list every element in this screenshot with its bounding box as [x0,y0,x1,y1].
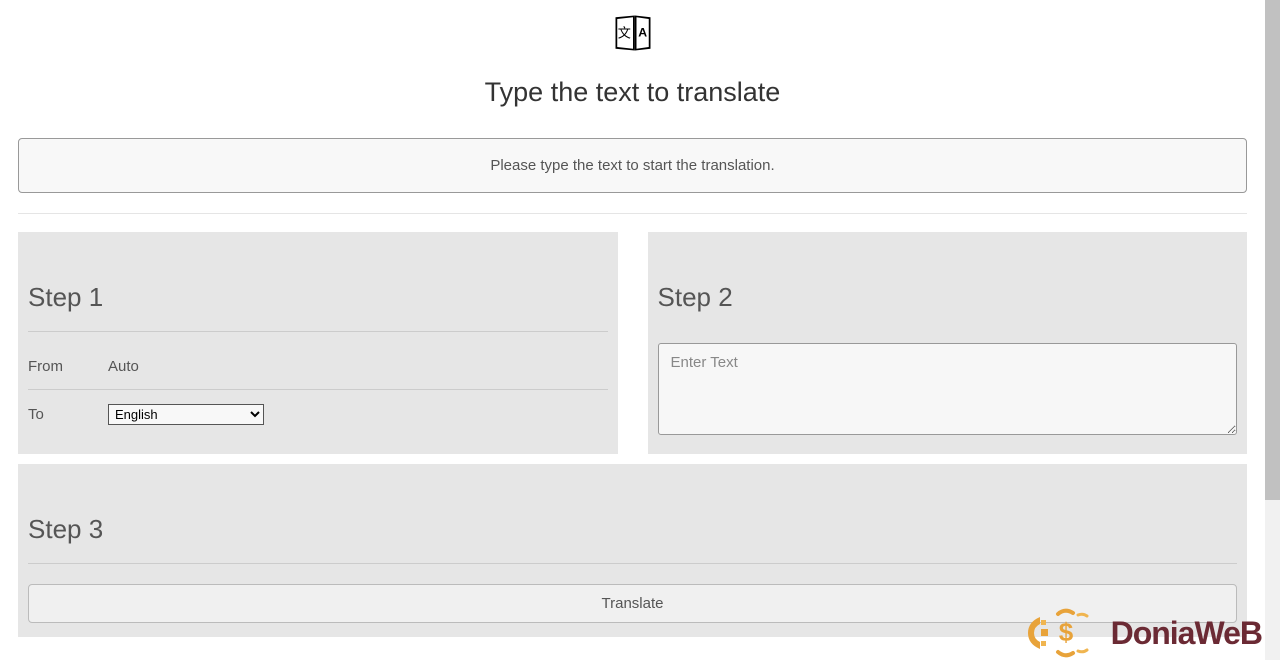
to-row: To English [28,390,608,439]
step1-panel: Step 1 From Auto To English [18,232,618,454]
notice-text: Please type the text to start the transl… [490,157,774,174]
svg-text:$: $ [1058,617,1073,647]
step1-heading: Step 1 [28,282,608,332]
divider [18,213,1247,214]
to-select[interactable]: English [108,404,264,425]
svg-text:A: A [638,26,647,40]
from-row: From Auto [28,344,608,390]
step2-heading: Step 2 [658,282,1238,313]
to-label: To [28,406,108,423]
translate-icon: 文 A [612,12,654,59]
scrollbar-thumb[interactable] [1265,0,1280,500]
watermark: $ DoniaWeB [1025,606,1262,660]
step2-panel: Step 2 [648,232,1248,454]
from-value: Auto [108,358,139,375]
notice-box: Please type the text to start the transl… [18,138,1247,193]
from-label: From [28,358,108,375]
text-input[interactable] [658,343,1238,435]
header: 文 A Type the text to translate [18,0,1247,108]
step3-heading: Step 3 [28,514,1237,564]
svg-text:文: 文 [617,25,630,40]
watermark-text: DoniaWeB [1111,615,1262,652]
page-title: Type the text to translate [18,77,1247,108]
scrollbar-track[interactable] [1265,0,1280,660]
watermark-logo-icon: $ [1025,606,1105,660]
